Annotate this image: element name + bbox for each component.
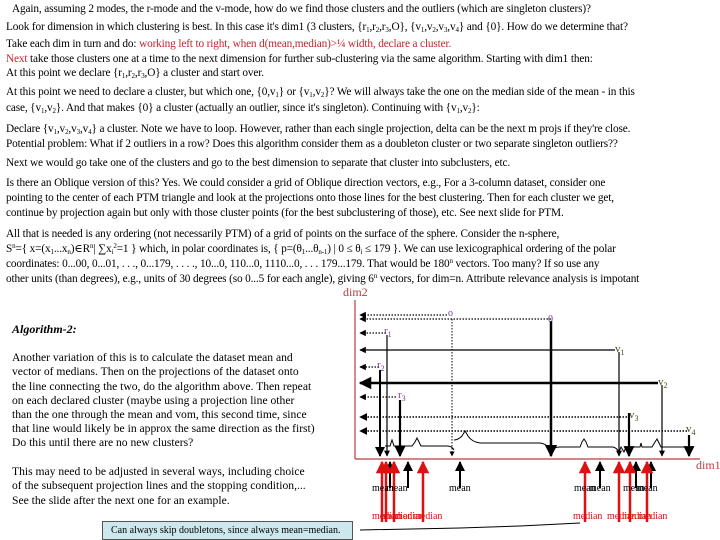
- dim1-projections: [375, 319, 695, 458]
- point-v1-label: v1: [615, 343, 625, 357]
- brace-middle: [453, 430, 552, 453]
- point-v3-label: v3: [629, 409, 639, 423]
- note-connector-line: [359, 522, 581, 531]
- point-v2-label: v2: [658, 376, 668, 390]
- point-r2-label: r2: [377, 359, 385, 373]
- cluster-braces: [385, 430, 686, 454]
- median-label: median: [573, 511, 602, 522]
- mean-label: mean: [449, 483, 471, 494]
- dim2-axis-label: dim2: [343, 285, 368, 299]
- mean-arrows: [385, 461, 656, 488]
- mean-label: mean: [636, 483, 658, 494]
- dim1-axis-label: dim1: [696, 458, 720, 472]
- point-v4-label: v4: [686, 423, 696, 437]
- brace-r-cluster: [385, 436, 455, 451]
- median-label: median: [638, 511, 667, 522]
- point-r1-label: r1: [384, 325, 392, 339]
- point-r3-label: r3: [398, 389, 406, 403]
- mean-label: mean: [386, 483, 408, 494]
- median-label: median: [413, 511, 442, 522]
- point-O-label: o: [448, 308, 453, 319]
- mean-label: mean: [589, 483, 611, 494]
- projection-diagram: dim2 dim1 o 0 r1 r2 r3 v1 v2 v3 v4 mean …: [343, 285, 720, 531]
- point-0-label: 0: [548, 314, 553, 325]
